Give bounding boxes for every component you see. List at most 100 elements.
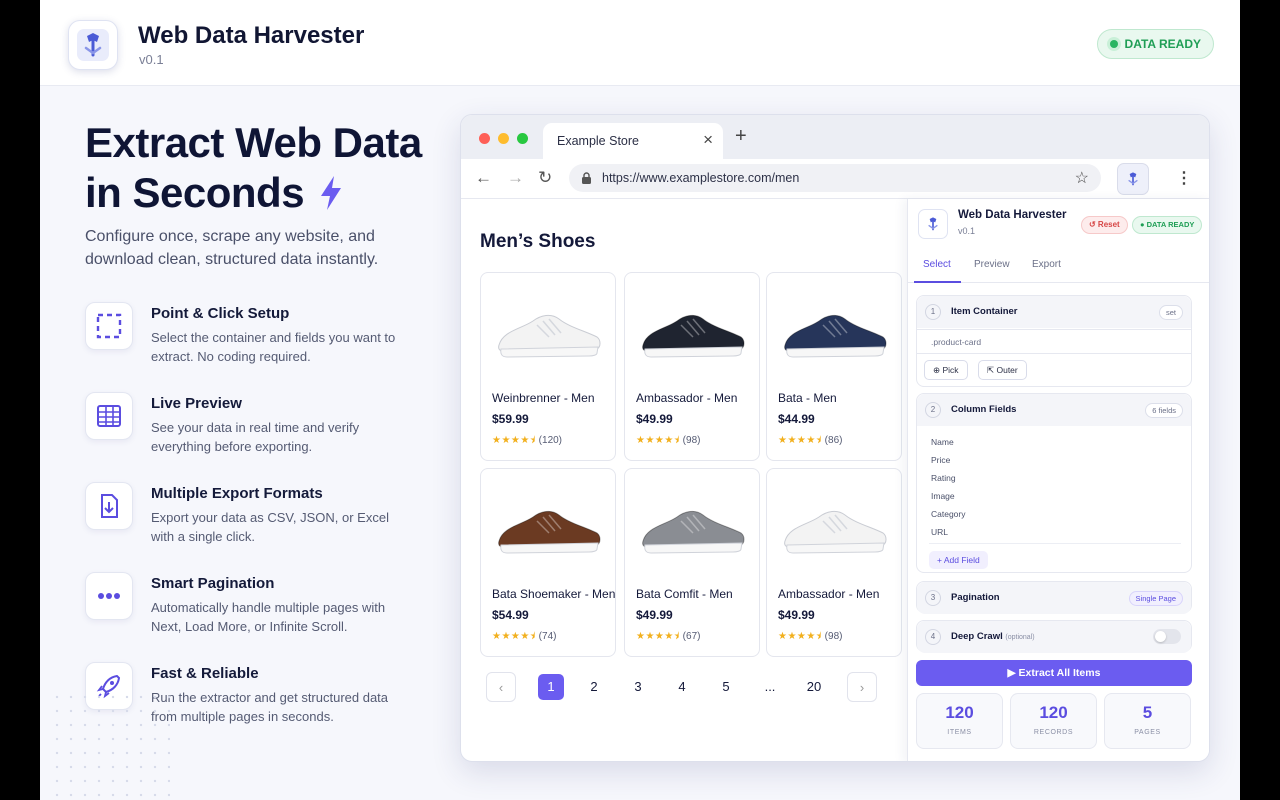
step-number: 3 (925, 590, 941, 606)
field-item[interactable]: URL (931, 527, 948, 537)
new-tab-icon[interactable]: + (735, 125, 747, 148)
feature-desc: See your data in real time and verify ev… (151, 420, 360, 454)
divider (929, 543, 1181, 544)
rating-stars-icon: ★★★★⯨ (778, 631, 822, 642)
reload-icon[interactable]: ↻ (538, 168, 552, 188)
status-dot-icon (1109, 40, 1118, 48)
forward-icon[interactable]: → (507, 168, 524, 188)
review-count: (98) (824, 631, 843, 642)
page-button-active[interactable]: 1 (538, 674, 564, 700)
field-item[interactable]: Image (931, 491, 955, 501)
minimize-window-icon[interactable] (498, 133, 509, 144)
add-field-button[interactable]: + Add Field (929, 551, 988, 569)
product-name[interactable]: Bata Comfit - Men (636, 587, 733, 601)
browser-tab[interactable]: Example Store × (543, 123, 723, 159)
section-title: Pagination (951, 592, 1000, 603)
app-title: Web Data Harvester (138, 22, 365, 49)
browser-window: Example Store × + ← → ↻ https://www.exam… (460, 114, 1210, 762)
section-header: 4 Deep Crawl (optional) (917, 621, 1191, 653)
extract-all-button[interactable]: ▶ Extract All Items (916, 660, 1192, 686)
product-name[interactable]: Bata Shoemaker - Men (492, 587, 615, 601)
product-price: $54.99 (492, 608, 529, 622)
feature-title: Live Preview (151, 395, 242, 412)
tab-export[interactable]: Export (1032, 259, 1061, 270)
url-field[interactable]: https://www.examplestore.com/men ☆ (569, 164, 1101, 192)
product-card[interactable]: Bata - Men $44.99 ★★★★⯨ (86) (766, 272, 902, 461)
maximize-window-icon[interactable] (517, 133, 528, 144)
tab-close-icon[interactable]: × (703, 130, 713, 150)
download-file-icon (85, 482, 133, 530)
stat-records: 120 RECORDS (1010, 693, 1097, 749)
tab-preview[interactable]: Preview (974, 259, 1010, 270)
product-name[interactable]: Ambassador - Men (778, 587, 879, 601)
product-rating: ★★★★⯨ (67) (636, 629, 700, 646)
stat-label: ITEMS (947, 729, 972, 736)
step-number: 1 (925, 304, 941, 320)
step-number: 2 (925, 402, 941, 418)
feature-desc: Export your data as CSV, JSON, or Excel … (151, 510, 389, 544)
rating-stars-icon: ★★★★⯨ (492, 435, 536, 446)
product-rating: ★★★★⯨ (86) (778, 433, 842, 450)
field-item[interactable]: Name (931, 437, 954, 447)
pick-button[interactable]: ⊕ Pick (924, 360, 968, 380)
prev-page-button[interactable]: ‹ (486, 672, 516, 702)
shoe-image (642, 510, 745, 554)
feature-point-click: Point & Click Setup Select the container… (85, 300, 415, 390)
panel-status-badge: ● DATA READY (1132, 216, 1203, 234)
product-price: $49.99 (778, 608, 815, 622)
stat-label: RECORDS (1033, 729, 1074, 736)
section-tag: 6 fields (1145, 403, 1183, 418)
close-window-icon[interactable] (479, 133, 490, 144)
field-item[interactable]: Rating (931, 473, 956, 483)
address-bar: ← → ↻ https://www.examplestore.com/men ☆… (461, 159, 1209, 199)
section-tag: set (1158, 305, 1183, 320)
back-icon[interactable]: ← (475, 168, 492, 188)
tab-select[interactable]: Select (923, 259, 951, 270)
review-count: (120) (538, 435, 563, 446)
product-name[interactable]: Bata - Men (778, 391, 837, 405)
tab-title: Example Store (557, 134, 639, 148)
page-button[interactable]: 5 (711, 672, 741, 702)
selector-input[interactable]: .product-card (917, 329, 1191, 354)
feature-desc: Select the container and fields you want… (151, 330, 396, 364)
page-button[interactable]: 20 (799, 672, 829, 702)
section-pagination[interactable]: 3 Pagination Single Page (916, 581, 1192, 614)
section-header[interactable]: 2 Column Fields 6 fields (917, 394, 1191, 426)
extension-panel: Web Data Harvester v0.1 ↺ Reset ● DATA R… (907, 199, 1209, 761)
hero-title: Extract Web Data in Seconds (85, 118, 422, 218)
section-header[interactable]: 1 Item Container set (917, 296, 1191, 328)
page-button[interactable]: 3 (623, 672, 653, 702)
harvester-logo-icon (928, 217, 938, 231)
harvester-logo-icon (1128, 172, 1138, 186)
section-title: Column Fields (951, 404, 1017, 415)
stat-value: 120 (945, 703, 974, 722)
section-title-text: Deep Crawl (951, 631, 1003, 642)
product-card[interactable]: Weinbrenner - Men $59.99 ★★★★⯨ (120) (480, 272, 616, 461)
product-card[interactable]: Ambassador - Men $49.99 ★★★★⯨ (98) (624, 272, 760, 461)
feature-live-preview: Live Preview See your data in real time … (85, 390, 415, 480)
hero-title-line2: in Seconds (85, 169, 305, 216)
product-rating: ★★★★⯨ (98) (636, 433, 700, 450)
review-count: (86) (824, 435, 843, 446)
deep-crawl-toggle[interactable] (1153, 629, 1181, 644)
optional-label: (optional) (1005, 634, 1035, 641)
hero-title-line1: Extract Web Data (85, 119, 422, 166)
bookmark-star-icon[interactable]: ☆ (1075, 168, 1089, 188)
product-card[interactable]: Bata Shoemaker - Men $54.99 ★★★★⯨ (74) (480, 468, 616, 657)
extension-button[interactable] (1117, 163, 1149, 195)
product-price: $44.99 (778, 412, 815, 426)
field-item[interactable]: Price (931, 455, 950, 465)
page-button[interactable]: 2 (579, 672, 609, 702)
product-price: $49.99 (636, 412, 673, 426)
browser-menu-icon[interactable]: ⋮ (1176, 168, 1192, 188)
outer-button[interactable]: ⇱ Outer (978, 360, 1027, 380)
next-page-button[interactable]: › (847, 672, 877, 702)
product-card[interactable]: Bata Comfit - Men $49.99 ★★★★⯨ (67) (624, 468, 760, 657)
reset-button[interactable]: ↺ Reset (1081, 216, 1128, 234)
product-name[interactable]: Ambassador - Men (636, 391, 737, 405)
product-card[interactable]: Ambassador - Men $49.99 ★★★★⯨ (98) (766, 468, 902, 657)
page-button[interactable]: 4 (667, 672, 697, 702)
review-count: (98) (682, 435, 701, 446)
product-name[interactable]: Weinbrenner - Men (492, 391, 595, 405)
field-item[interactable]: Category (931, 509, 966, 519)
